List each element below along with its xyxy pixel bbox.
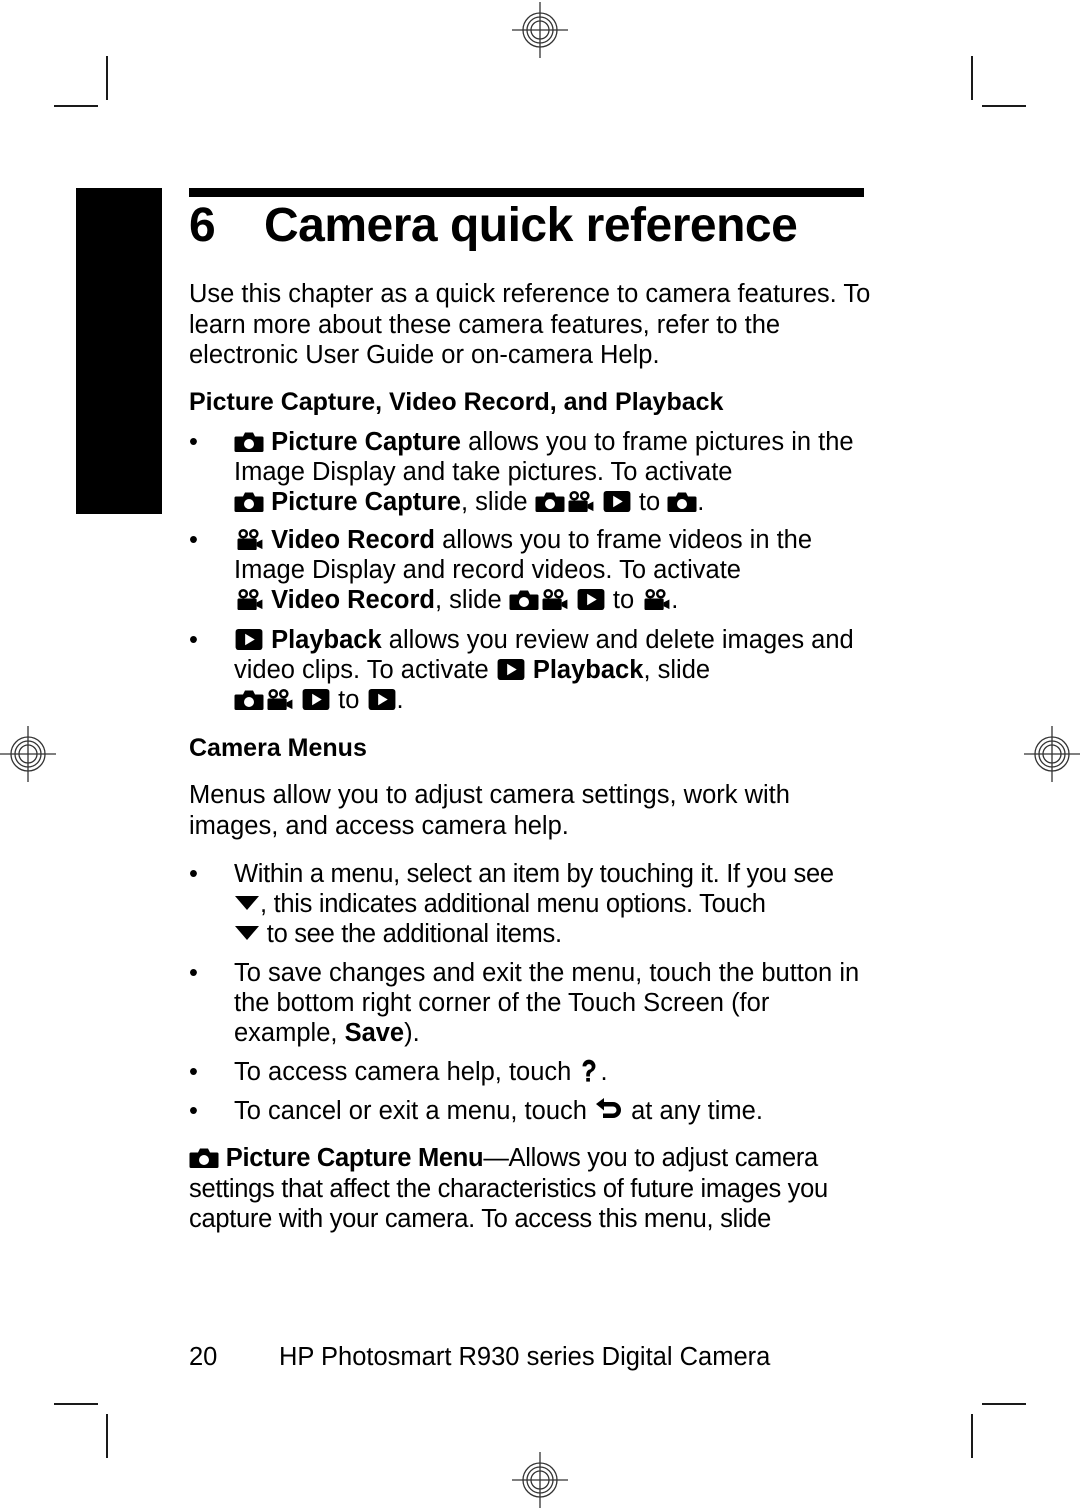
bullet-text: at any time. [624,1097,763,1125]
chapter-title: 6 Camera quick reference [189,198,798,253]
video-camera-icon [641,588,671,611]
bullet-text: , slide [460,488,535,516]
bullet: • [189,959,198,987]
term-picture-capture-menu: Picture Capture Menu [225,1144,484,1172]
registration-mark-icon [512,2,568,58]
page-number: 20 [189,1343,218,1371]
bullet: • [189,860,198,888]
bullet-text: Within a menu, select an item by touchin… [234,860,834,888]
chapter-title-text: Camera quick reference [264,199,798,252]
crop-mark [54,1403,98,1405]
crop-mark [982,1403,1026,1405]
video-camera-icon [234,528,264,551]
language-tab: English [76,188,242,514]
crop-mark [106,1414,108,1458]
section-heading-modes: Picture Capture, Video Record, and Playb… [189,388,724,416]
bullet-text: , slide [643,656,711,684]
bullet-text: To access camera help, touch [234,1058,579,1086]
section-heading-menus: Camera Menus [189,734,367,762]
playback-icon [576,588,606,611]
bullet-text: . [671,586,679,614]
menus-intro: Menus allow you to adjust camera setting… [189,781,790,840]
camera-icon [535,490,565,513]
chapter-intro: Use this chapter as a quick reference to… [189,280,871,369]
bullet: • [189,626,198,654]
playback-icon [602,490,632,513]
video-camera-icon [565,490,595,513]
crop-mark [982,105,1026,107]
term-picture-capture: Picture Capture [271,488,461,516]
bullet: • [189,428,198,456]
list-item: • Video Record allows you to frame video… [189,525,879,615]
video-camera-icon [539,588,569,611]
page-footer: 20 HP Photosmart R930 series Digital Came… [189,1343,770,1372]
list-item: • To access camera help, touch . [189,1057,879,1087]
crop-mark [971,1414,973,1458]
term-picture-capture: Picture Capture [271,428,461,456]
list-item: • To cancel or exit a menu, touch at any… [189,1096,879,1126]
term-video-record: Video Record [271,526,436,554]
back-arrow-icon [594,1097,624,1123]
term-playback: Playback [532,656,644,684]
registration-mark-icon [512,1452,568,1508]
down-triangle-icon [234,894,260,912]
crop-mark [106,56,108,100]
bullet-text: To save changes and exit the menu, touch… [234,959,860,1047]
help-question-icon [578,1059,600,1083]
bullet: • [189,1097,198,1125]
list-item: • Playback allows you review and delete … [189,625,879,715]
crop-mark [971,56,973,100]
bullet-text: to see the additional items. [260,920,562,948]
chapter-number: 6 [189,199,216,252]
list-item: • Within a menu, select an item by touch… [189,859,879,949]
camera-icon [234,490,264,513]
playback-icon [301,688,331,711]
bullet-text: ). [404,1019,420,1047]
bullet-text: , slide [435,586,509,614]
registration-mark-icon [0,726,56,782]
list-item: • Picture Capture allows you to frame pi… [189,427,879,517]
term-save: Save [344,1019,405,1047]
video-camera-icon [234,588,264,611]
bullet-text: To cancel or exit a menu, touch [234,1097,595,1125]
bullet: • [189,1058,198,1086]
crop-mark [54,105,98,107]
bullet-text: to [331,686,367,714]
list-item: • To save changes and exit the menu, tou… [189,958,879,1048]
term-video-record: Video Record [271,586,436,614]
bullet-text: to [631,488,668,516]
camera-icon [234,430,264,453]
camera-icon [189,1146,219,1169]
playback-icon [367,688,397,711]
camera-icon [667,490,697,513]
playback-icon [234,628,264,651]
down-triangle-icon [234,924,260,942]
playback-icon [496,658,526,681]
bullet-text: . [396,686,404,714]
bullet-text: to [605,586,642,614]
registration-mark-icon [1024,726,1080,782]
footer-title: HP Photosmart R930 series Digital Camera [279,1343,771,1371]
picture-capture-menu-paragraph: Picture Capture Menu—Allows you to adjus… [189,1143,879,1235]
chapter-rule [189,188,864,197]
camera-icon [509,588,539,611]
bullet-text: , this indicates additional menu options… [260,890,766,918]
bullet-text: . [697,488,705,516]
term-playback: Playback [271,626,382,654]
bullet-text: . [600,1058,608,1086]
camera-icon [234,688,264,711]
video-camera-icon [264,688,294,711]
bullet: • [189,526,198,554]
